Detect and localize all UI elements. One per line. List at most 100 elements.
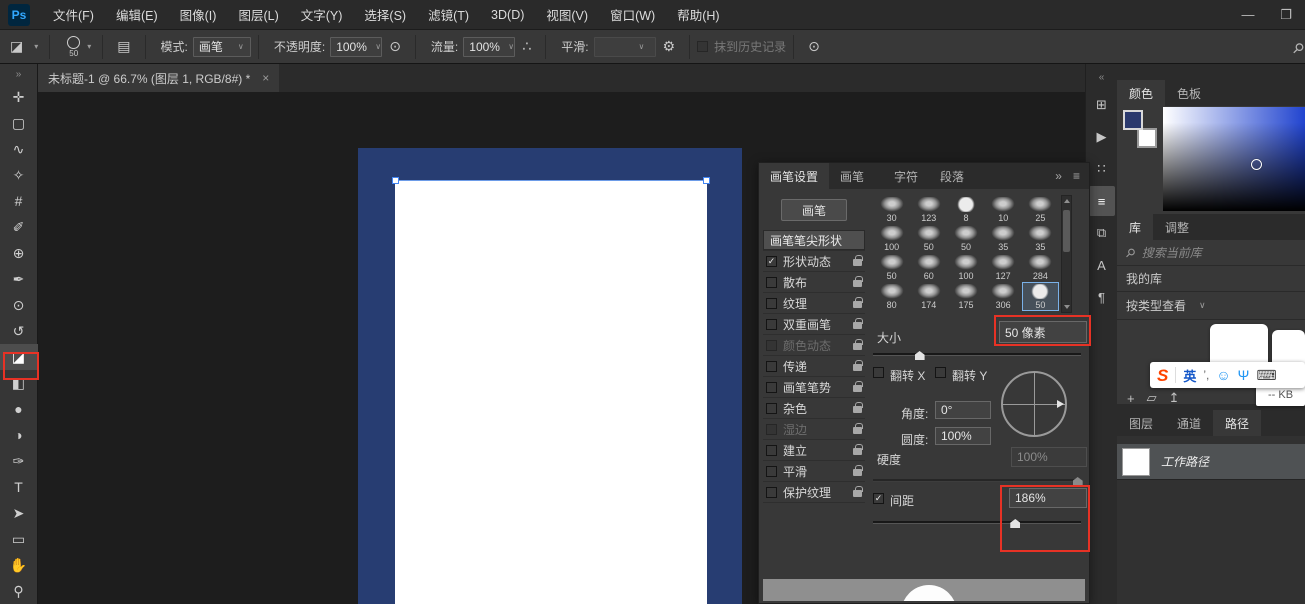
library-search[interactable]: ⚲ 搜索当前库 — [1117, 240, 1305, 266]
brush-preset[interactable]: 8 — [947, 195, 984, 224]
roundness-field[interactable]: 100% — [935, 427, 991, 445]
brush-option-row[interactable]: 平滑 — [763, 461, 865, 482]
brush-preset[interactable]: 50 — [873, 253, 910, 282]
eyedropper-tool[interactable]: ✐ — [0, 214, 38, 240]
mode-dropdown[interactable]: 画笔 ∨ — [193, 37, 251, 57]
character-panel-icon[interactable]: A — [1089, 250, 1115, 280]
tab-color[interactable]: 颜色 — [1117, 80, 1165, 106]
pen-tool[interactable]: ✑ — [0, 448, 38, 474]
brush-option-row[interactable]: 传递 — [763, 356, 865, 377]
lock-icon[interactable] — [853, 322, 862, 329]
brush-preset-picker[interactable]: 50 — [67, 36, 80, 58]
size-slider-thumb[interactable] — [915, 351, 925, 360]
document-tab[interactable]: 未标题-1 @ 66.7% (图层 1, RGB/8#) * × — [38, 64, 279, 92]
collapse-toolbar-icon[interactable]: » — [16, 64, 22, 84]
toggle-brush-settings-panel-icon[interactable]: ▤ — [117, 38, 130, 55]
ime-mode-label[interactable]: 英 — [1183, 366, 1196, 385]
brush-preset[interactable]: 284 — [1022, 253, 1059, 282]
lock-icon[interactable] — [853, 301, 862, 308]
brush-preset-caret-icon[interactable]: ▾ — [87, 42, 91, 51]
brush-tool[interactable]: ✒ — [0, 266, 38, 292]
menu-item-file[interactable]: 文件(F) — [42, 0, 105, 30]
clone-source-panel-icon[interactable]: ⧉ — [1089, 218, 1115, 248]
crop-tool[interactable]: # — [0, 188, 38, 214]
checkbox[interactable] — [766, 361, 777, 372]
spacing-checkbox[interactable]: ✓ — [873, 493, 884, 504]
tab-paths[interactable]: 路径 — [1213, 410, 1261, 436]
brush-preset[interactable]: 10 — [985, 195, 1022, 224]
brush-preset[interactable]: 35 — [985, 224, 1022, 253]
brush-preset[interactable]: 127 — [985, 253, 1022, 282]
airbrush-icon[interactable]: ∴ — [522, 38, 531, 55]
brush-option-row[interactable]: ✓ 形状动态 — [763, 251, 865, 272]
checkbox[interactable]: ✓ — [766, 256, 777, 267]
size-slider[interactable] — [873, 353, 1081, 356]
brushes-panel-icon[interactable]: ∷ — [1089, 154, 1115, 184]
upload-icon[interactable]: ↥ — [1169, 390, 1180, 406]
tab-libraries[interactable]: 库 — [1117, 214, 1153, 240]
my-library-row[interactable]: 我的库 — [1117, 266, 1305, 292]
brush-preset[interactable]: 175 — [947, 282, 984, 311]
color-picker-gradient[interactable] — [1163, 107, 1305, 211]
checkbox[interactable] — [766, 466, 777, 477]
emoji-icon[interactable]: ☺ — [1216, 367, 1230, 383]
menu-item-view[interactable]: 视图(V) — [535, 0, 599, 30]
history-brush-tool[interactable]: ↺ — [0, 318, 38, 344]
ime-punctuation[interactable]: ’, — [1203, 368, 1209, 382]
view-by-type-row[interactable]: 按类型查看 ∨ — [1117, 292, 1305, 320]
brush-option-row[interactable]: 双重画笔 — [763, 314, 865, 335]
tab-adjustments[interactable]: 调整 — [1153, 214, 1201, 240]
brush-preset[interactable]: 50 — [947, 224, 984, 253]
brushes-button[interactable]: 画笔 — [781, 199, 847, 221]
lock-icon[interactable] — [853, 259, 862, 266]
preset-scrollbar[interactable] — [1061, 195, 1072, 313]
folder-icon[interactable]: ▱ — [1147, 390, 1157, 406]
brush-option-row[interactable]: 画笔笔势 — [763, 377, 865, 398]
smoothing-options-gear-icon[interactable]: ⚙ — [663, 38, 676, 55]
menu-item-select[interactable]: 选择(S) — [353, 0, 417, 30]
spacing-field[interactable]: 186% — [1009, 488, 1087, 508]
lock-icon[interactable] — [853, 469, 862, 476]
sogou-logo[interactable]: S — [1157, 367, 1168, 384]
collapse-panel-icon[interactable]: » — [1055, 169, 1062, 183]
brush-preset[interactable]: 25 — [1022, 195, 1059, 224]
checkbox[interactable] — [766, 277, 777, 288]
flip-y-checkbox[interactable] — [935, 367, 946, 378]
menu-item-filter[interactable]: 滤镜(T) — [417, 0, 480, 30]
menu-item-window[interactable]: 窗口(W) — [599, 0, 666, 30]
size-pressure-icon[interactable]: ⊙ — [808, 38, 820, 55]
tool-preset-icon[interactable]: ◪ — [10, 38, 23, 55]
brush-preset-selected[interactable]: 50 — [1022, 282, 1059, 311]
menu-item-image[interactable]: 图像(I) — [169, 0, 228, 30]
lock-icon[interactable] — [853, 385, 862, 392]
flip-x-checkbox[interactable] — [873, 367, 884, 378]
spot-healing-brush-tool[interactable]: ⊕ — [0, 240, 38, 266]
rectangle-tool[interactable]: ▭ — [0, 526, 38, 552]
zoom-tool[interactable]: ⚲ — [0, 578, 38, 604]
document-white-area[interactable] — [395, 180, 707, 604]
checkbox[interactable] — [766, 403, 777, 414]
spacing-slider[interactable] — [873, 521, 1081, 524]
lock-icon[interactable] — [853, 364, 862, 371]
expand-dock-icon[interactable]: « — [1099, 64, 1105, 90]
checkbox[interactable] — [766, 382, 777, 393]
menu-item-help[interactable]: 帮助(H) — [666, 0, 730, 30]
size-field[interactable]: 50 像素 — [999, 321, 1087, 343]
flow-dropdown[interactable]: 100% ∨ — [463, 37, 515, 57]
clone-stamp-tool[interactable]: ⊙ — [0, 292, 38, 318]
brush-preset[interactable]: 80 — [873, 282, 910, 311]
brush-option-row[interactable]: 杂色 — [763, 398, 865, 419]
lock-icon[interactable] — [853, 406, 862, 413]
tab-channels[interactable]: 通道 — [1165, 410, 1213, 436]
work-path-row[interactable]: 工作路径 — [1117, 444, 1305, 480]
color-picker-cursor[interactable] — [1251, 159, 1262, 170]
brush-preset[interactable]: 30 — [873, 195, 910, 224]
smoothing-dropdown[interactable]: ∨ — [594, 37, 656, 57]
panel-menu-icon[interactable]: ≡ — [1073, 169, 1080, 183]
checkbox[interactable] — [766, 445, 777, 456]
brush-preset[interactable]: 123 — [910, 195, 947, 224]
brush-option-row[interactable]: 纹理 — [763, 293, 865, 314]
minimize-button[interactable]: — — [1229, 7, 1267, 23]
checkbox[interactable] — [766, 487, 777, 498]
foreground-color-swatch[interactable] — [1123, 110, 1143, 130]
